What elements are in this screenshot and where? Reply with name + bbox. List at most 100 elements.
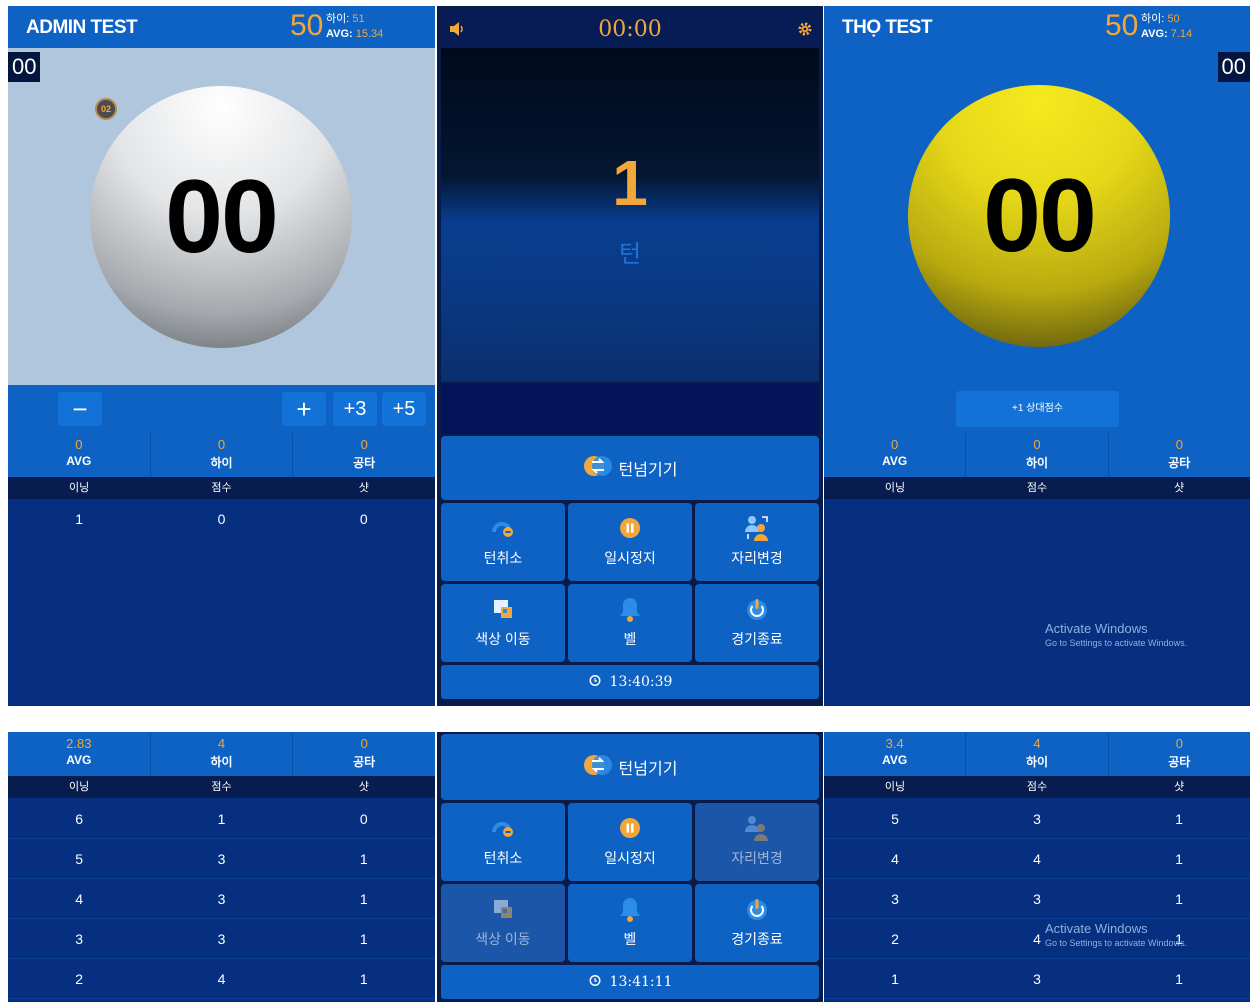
- swap-seat-label: 자리변경: [731, 550, 783, 566]
- bell-label: 벨: [623, 931, 637, 947]
- ball-area: 00 00: [824, 48, 1250, 385]
- cell-inning: 3: [891, 891, 899, 907]
- bell-label: 벨: [623, 631, 637, 647]
- col-shot: 샷: [1173, 482, 1185, 494]
- color-move-button[interactable]: 색상 이동: [441, 884, 565, 962]
- col-score: 점수: [1026, 781, 1048, 793]
- table-header: 이닝 점수 샷: [824, 477, 1250, 499]
- target-score: 50: [290, 9, 324, 42]
- cell-shot: 1: [1175, 811, 1183, 827]
- stats-bar: 3.4 AVG 4 하이 0 공타: [824, 732, 1250, 776]
- pause-button[interactable]: 일시정지: [568, 803, 692, 881]
- watermark-title: Activate Windows: [1045, 921, 1148, 936]
- avg-value: 2.83: [66, 736, 92, 751]
- pause-label: 일시정지: [604, 550, 656, 566]
- table-row: 6 1 0: [8, 799, 435, 839]
- turn-pass-button[interactable]: 턴넘기기: [441, 436, 819, 500]
- miss-label: 공타: [1168, 755, 1191, 769]
- left-player-header: ADMIN TEST 50 하이: 51 AVG: 15.34: [8, 6, 435, 48]
- end-game-button[interactable]: 경기종료: [695, 884, 819, 962]
- avg-label: AVG: [66, 753, 92, 767]
- pause-button[interactable]: 일시정지: [568, 503, 692, 581]
- swap-seat-icon: [695, 513, 819, 543]
- table-row: 4 3 1: [8, 879, 435, 919]
- avg-label: AVG: 15.34: [326, 28, 384, 40]
- bell-button[interactable]: 벨: [568, 884, 692, 962]
- turn-pass-label: 턴넘기기: [618, 462, 678, 479]
- turn-pass-icon: [583, 753, 613, 782]
- undo-turn-icon: [441, 813, 565, 843]
- ball-score: 00: [165, 158, 279, 275]
- cell-score: 3: [217, 851, 226, 867]
- cell-shot: 1: [1175, 971, 1183, 987]
- minus-button[interactable]: −: [58, 392, 102, 426]
- undo-turn-label: 턴취소: [483, 850, 523, 866]
- settings-gear-icon[interactable]: [797, 21, 813, 37]
- plus3-button[interactable]: +3: [333, 392, 377, 426]
- undo-turn-button[interactable]: 턴취소: [441, 803, 565, 881]
- center-panel: 00:00 1 턴 턴넘기기 턴취소 일시정지 자리변경 색상 이동 벨 경기종…: [437, 6, 823, 706]
- bell-icon: [568, 594, 692, 624]
- end-game-button[interactable]: 경기종료: [695, 584, 819, 662]
- table-header: 이닝 점수 샷: [8, 477, 435, 499]
- watermark-subtitle: Go to Settings to activate Windows.: [1045, 938, 1188, 948]
- center-panel-bottom: 턴넘기기 턴취소 일시정지 자리변경 색상 이동 벨 경기종료 13:41:11: [437, 732, 823, 1002]
- opponent-score-button[interactable]: +1 상대점수: [956, 391, 1119, 427]
- bell-button[interactable]: 벨: [568, 584, 692, 662]
- col-shot: 샷: [358, 781, 369, 793]
- watermark-subtitle: Go to Settings to activate Windows.: [1045, 638, 1188, 648]
- cell-score: 0: [217, 511, 226, 527]
- high-value: 0: [1033, 437, 1041, 452]
- left-player-panel: ADMIN TEST 50 하이: 51 AVG: 15.34 00 00 02…: [8, 6, 435, 706]
- swap-seat-button[interactable]: 자리변경: [695, 803, 819, 881]
- score-ball-white[interactable]: 00: [90, 86, 352, 348]
- cell-shot: 1: [359, 931, 368, 947]
- table-row: 1 0 0: [8, 499, 435, 539]
- clock-bar: 13:41:11: [441, 965, 819, 999]
- high-label: 하이: [1025, 755, 1049, 769]
- swap-seat-button[interactable]: 자리변경: [695, 503, 819, 581]
- pause-icon: [568, 513, 692, 543]
- turn-pass-button[interactable]: 턴넘기기: [441, 734, 819, 800]
- avg-label: AVG: [66, 454, 92, 468]
- turn-pass-icon: [583, 454, 613, 483]
- cell-shot: 1: [1175, 851, 1183, 867]
- swap-seat-label: 자리변경: [731, 850, 783, 866]
- color-move-label: 색상 이동: [475, 931, 531, 947]
- cell-shot: 0: [359, 811, 368, 827]
- color-move-button[interactable]: 색상 이동: [441, 584, 565, 662]
- ball-score: 00: [983, 157, 1097, 274]
- game-timer: 00:00: [598, 17, 662, 42]
- col-inning: 이닝: [884, 482, 906, 494]
- left-player-panel-bottom: 2.83 AVG 4 하이 0 공타 이닝 점수 샷 610 531 431 331 …: [8, 732, 435, 1002]
- cell-score: 3: [1033, 811, 1041, 827]
- cell-inning: 1: [891, 971, 899, 987]
- alarm-clock-icon: [588, 973, 602, 991]
- miss-label: 공타: [353, 456, 376, 470]
- cell-score: 3: [1033, 891, 1041, 907]
- alarm-clock-icon: [588, 673, 602, 691]
- col-inning: 이닝: [884, 781, 906, 793]
- stats-bar: 0 AVG 0 하이 0 공타: [8, 433, 435, 477]
- power-icon: [695, 894, 819, 924]
- high-label: 하이: [1025, 456, 1049, 470]
- col-inning: 이닝: [69, 781, 90, 793]
- cell-score: 4: [1033, 851, 1041, 867]
- plus5-button[interactable]: +5: [382, 392, 426, 426]
- table-row: 2 4 1: [8, 959, 435, 999]
- score-ball-yellow[interactable]: 00: [908, 85, 1170, 347]
- miss-value: 0: [360, 736, 368, 751]
- cell-inning: 1: [75, 511, 84, 527]
- right-player-panel: THỌ TEST 50 하이: 50 AVG: 7.14 00 00 +1 상대…: [824, 6, 1250, 706]
- right-player-header: THỌ TEST 50 하이: 50 AVG: 7.14: [824, 6, 1250, 48]
- table-header: 이닝 점수 샷: [824, 776, 1250, 798]
- clock-time: 13:41:11: [609, 974, 673, 990]
- avg-value: 0: [891, 437, 899, 452]
- table-row: 3 3 1: [8, 919, 435, 959]
- cell-score: 3: [217, 891, 226, 907]
- undo-turn-button[interactable]: 턴취소: [441, 503, 565, 581]
- cell-inning: 2: [75, 971, 84, 987]
- plus-button[interactable]: +: [282, 392, 326, 426]
- avg-label: AVG: 7.14: [1141, 28, 1193, 40]
- high-value: 0: [217, 437, 226, 452]
